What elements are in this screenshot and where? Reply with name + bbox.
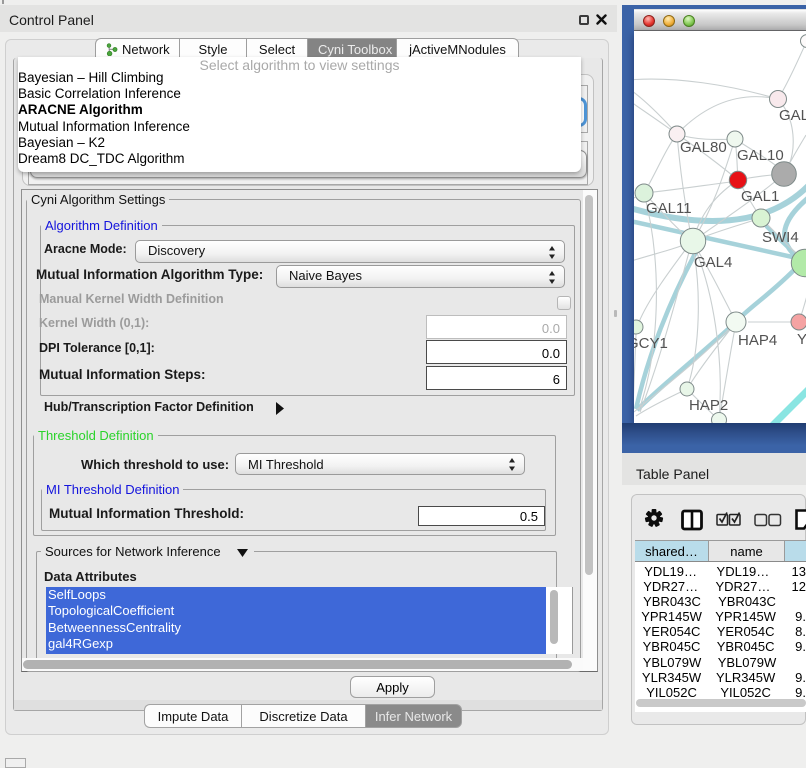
svg-text:GAL11: GAL11: [646, 200, 692, 217]
svg-text:GCY1: GCY1: [634, 335, 668, 352]
svg-text:HAP2: HAP2: [689, 397, 728, 414]
svg-text:HAP4: HAP4: [738, 332, 777, 349]
svg-text:Y: Y: [797, 331, 806, 348]
svg-text:GAL7: GAL7: [779, 107, 806, 124]
svg-text:GAL1: GAL1: [741, 188, 779, 205]
svg-text:GAL80: GAL80: [680, 139, 727, 156]
svg-text:GAL4: GAL4: [694, 254, 732, 271]
svg-text:GAL10: GAL10: [737, 147, 784, 164]
svg-text:SWI4: SWI4: [762, 229, 799, 246]
